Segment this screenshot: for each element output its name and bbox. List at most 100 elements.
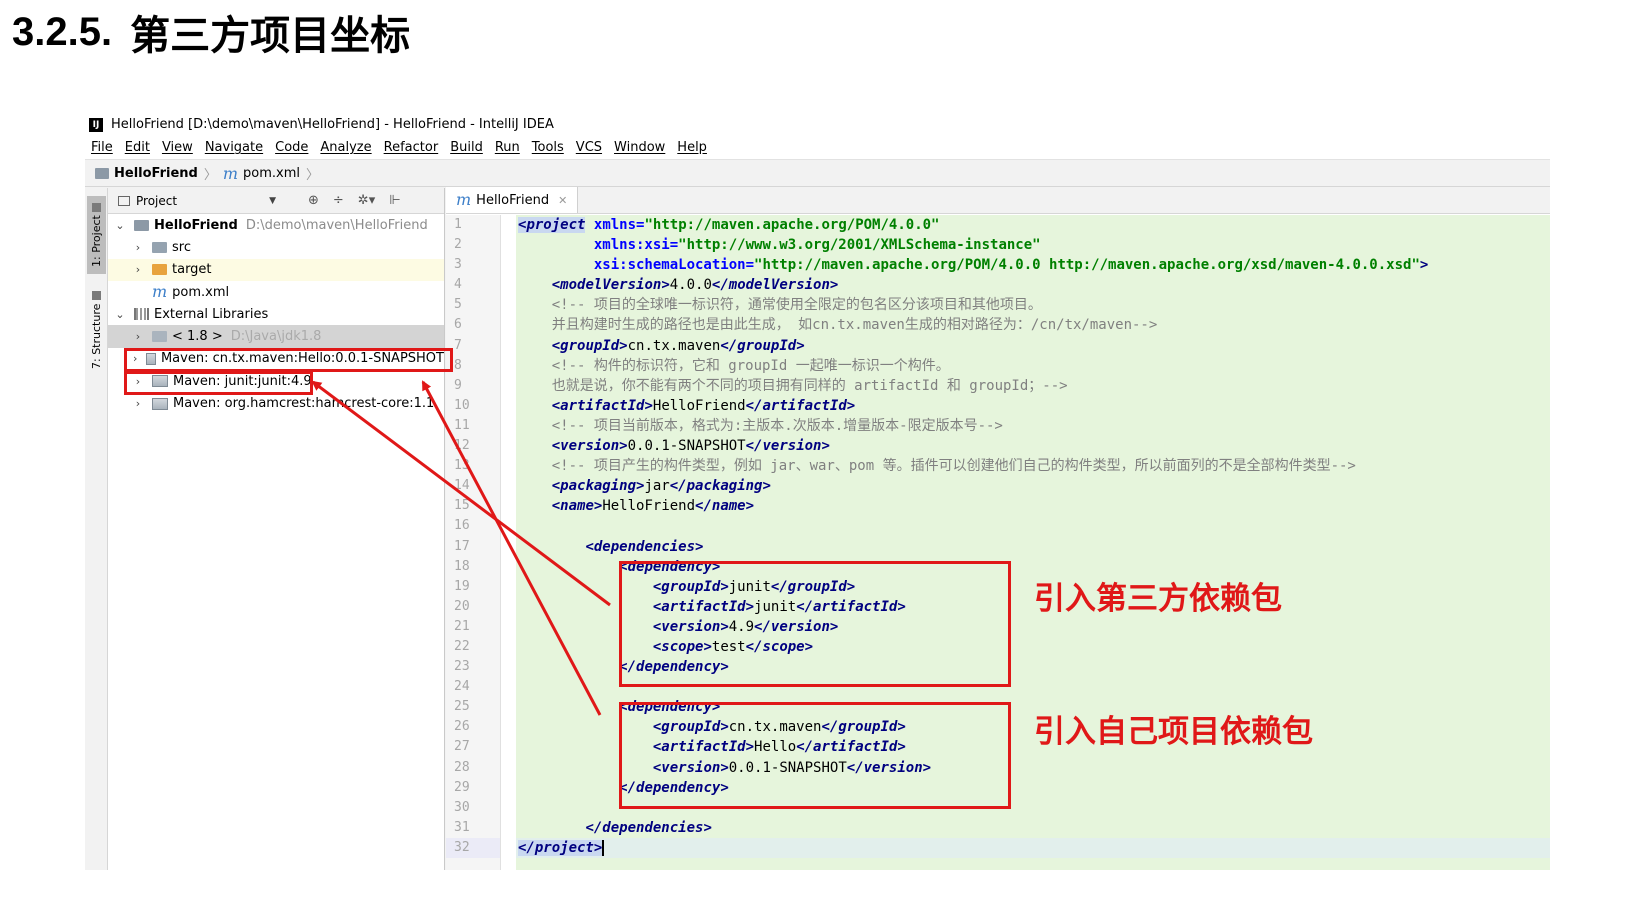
tag-text: cn.tx.maven bbox=[728, 719, 822, 736]
code-line-13: <!-- 项目产生的构件类型，例如 jar、war、pom 等。插件可以创建他们… bbox=[516, 456, 1550, 476]
locate-icon[interactable]: ⊕ bbox=[308, 193, 319, 208]
menu-help[interactable]: Help bbox=[677, 140, 707, 155]
menu-tools[interactable]: Tools bbox=[532, 140, 564, 155]
line-number: 29 bbox=[454, 779, 470, 795]
window-title: HelloFriend [D:\demo\maven\HelloFriend] … bbox=[111, 117, 554, 132]
tag-text: HelloFriend bbox=[602, 498, 696, 515]
maven-file-icon: m bbox=[222, 163, 239, 183]
text-cursor bbox=[602, 839, 613, 856]
tree-item-external-libraries[interactable]: ⌄ External Libraries bbox=[108, 303, 444, 325]
menu-analyze[interactable]: Analyze bbox=[320, 140, 371, 155]
tree-item-maven-junit[interactable]: › Maven: junit:junit:4.9 bbox=[108, 370, 444, 392]
breadcrumb-project[interactable]: HelloFriend bbox=[95, 166, 198, 181]
project-tool-icon bbox=[92, 202, 101, 212]
jar-icon bbox=[152, 375, 168, 388]
settings-gear-icon[interactable]: ✲▾ bbox=[358, 193, 375, 208]
comment: <!-- 项目当前版本，格式为:主版本.次版本.增量版本-限定版本号--> bbox=[551, 417, 1003, 434]
tag: artifactId bbox=[661, 598, 746, 615]
expand-arrow-icon[interactable]: › bbox=[132, 330, 144, 343]
tree-item-maven-hamcrest[interactable]: › Maven: org.hamcrest:hamcrest-core:1.1 bbox=[108, 392, 444, 414]
code-line-17: <dependencies> bbox=[585, 538, 704, 555]
tree-item-label: < 1.8 > bbox=[172, 329, 223, 345]
jdk-icon bbox=[152, 331, 167, 343]
collapse-icon[interactable]: ÷ bbox=[333, 193, 344, 208]
code-line-32: </project> bbox=[516, 837, 1550, 858]
menu-view[interactable]: View bbox=[162, 140, 193, 155]
library-icon bbox=[134, 308, 149, 321]
expand-arrow-icon[interactable]: › bbox=[132, 241, 144, 254]
menu-run[interactable]: Run bbox=[495, 140, 520, 155]
tag: groupId bbox=[560, 337, 620, 354]
maven-file-icon: m bbox=[152, 282, 168, 302]
tag-text: junit bbox=[754, 598, 797, 615]
menu-navigate[interactable]: Navigate bbox=[205, 140, 263, 155]
structure-tool-tab-label: 7: Structure bbox=[90, 303, 103, 370]
tag: dependency bbox=[636, 659, 721, 676]
dropdown-arrow-icon[interactable]: ▼ bbox=[269, 196, 276, 206]
tree-item-maven-hello[interactable]: › Maven: cn.tx.maven:Hello:0.0.1-SNAPSHO… bbox=[108, 348, 444, 370]
expand-arrow-icon[interactable]: › bbox=[132, 397, 144, 410]
line-number: 11 bbox=[454, 417, 470, 433]
expand-arrow-icon[interactable]: ⌄ bbox=[114, 308, 126, 321]
maven-file-icon: m bbox=[456, 190, 472, 209]
project-folder-icon bbox=[134, 219, 149, 231]
structure-tool-tab[interactable]: 7: Structure bbox=[87, 288, 106, 372]
menu-code[interactable]: Code bbox=[275, 140, 308, 155]
menu-window[interactable]: Window bbox=[614, 140, 665, 155]
tree-item-hellofriend[interactable]: ⌄ HelloFriend D:\demo\maven\HelloFriend bbox=[108, 214, 444, 236]
code-line-18: <dependency> bbox=[619, 558, 721, 575]
code-line-22: <scope>test</scope> bbox=[652, 638, 814, 655]
hide-panel-icon[interactable]: ⊩ bbox=[389, 193, 400, 208]
close-tab-icon[interactable]: ✕ bbox=[558, 194, 567, 207]
editor-pane: m HelloFriend ✕ 1 2 3 4 5 6 7 8 9 10 11 … bbox=[446, 187, 1550, 870]
tag: modelVersion bbox=[728, 277, 830, 294]
line-number: 8 bbox=[454, 357, 462, 373]
attribute-value: "http://www.w3.org/2001/XMLSchema-instan… bbox=[678, 237, 1041, 254]
code-area[interactable]: 1 2 3 4 5 6 7 8 9 10 11 12 13 14 15 16 1… bbox=[446, 215, 1550, 870]
expand-arrow-icon[interactable]: › bbox=[132, 263, 144, 276]
project-view-selector[interactable]: Project bbox=[136, 194, 177, 208]
editor-tab-pom[interactable]: m HelloFriend ✕ bbox=[446, 187, 579, 213]
tag-text: jar bbox=[644, 478, 670, 495]
expand-arrow-icon[interactable]: ⌄ bbox=[114, 219, 126, 232]
tag: version bbox=[863, 759, 923, 776]
tag: groupId bbox=[661, 578, 721, 595]
tag: dependency bbox=[627, 699, 712, 716]
project-panel: Project ▼ ⊕ ÷ ✲▾ ⊩ ⌄ HelloFriend D:\demo… bbox=[108, 188, 445, 870]
line-number: 32 bbox=[446, 837, 500, 858]
jar-icon bbox=[146, 352, 156, 365]
tag: groupId bbox=[787, 578, 847, 595]
line-number: 10 bbox=[454, 397, 470, 413]
menu-file[interactable]: File bbox=[91, 140, 113, 155]
menu-build[interactable]: Build bbox=[450, 140, 483, 155]
tag-text: 0.0.1-SNAPSHOT bbox=[627, 438, 746, 455]
project-view-icon bbox=[118, 195, 130, 206]
tree-item-label: target bbox=[172, 262, 212, 278]
comment: 并且构建时生成的路径也是由此生成， 如cn.tx.maven生成的相对路径为：/… bbox=[551, 317, 1158, 334]
comment: <!-- 项目的全球唯一标识符，通常使用全限定的包名区分该项目和其他项目。 bbox=[551, 297, 1042, 314]
tag: name bbox=[711, 498, 746, 515]
project-tool-tab[interactable]: 1: Project bbox=[87, 196, 106, 274]
tree-item-src[interactable]: › src bbox=[108, 236, 444, 258]
tree-item-target[interactable]: › target bbox=[108, 258, 444, 281]
tree-item-jdk[interactable]: › < 1.8 > D:\Java\jdk1.8 bbox=[108, 325, 444, 348]
code-content[interactable]: <project xmlns="http://maven.apache.org/… bbox=[516, 215, 1550, 870]
line-number: 23 bbox=[454, 659, 470, 675]
menu-vcs[interactable]: VCS bbox=[576, 140, 602, 155]
code-line-27: <artifactId>Hello</artifactId> bbox=[652, 739, 906, 756]
code-line-2: xmlns:xsi="http://www.w3.org/2001/XMLSch… bbox=[593, 237, 1041, 254]
line-number: 19 bbox=[454, 578, 470, 594]
tag: dependencies bbox=[593, 538, 696, 555]
code-line-25: <dependency> bbox=[619, 699, 721, 716]
expand-arrow-icon[interactable]: › bbox=[132, 352, 138, 365]
expand-arrow-icon[interactable]: › bbox=[132, 375, 144, 388]
breadcrumb-file[interactable]: m pom.xml bbox=[222, 163, 300, 183]
tag: artifactId bbox=[560, 397, 645, 414]
menu-refactor[interactable]: Refactor bbox=[384, 140, 439, 155]
jar-icon bbox=[152, 397, 168, 410]
menu-edit[interactable]: Edit bbox=[125, 140, 150, 155]
tree-item-pom[interactable]: m pom.xml bbox=[108, 281, 444, 303]
code-line-23: </dependency> bbox=[619, 659, 729, 676]
